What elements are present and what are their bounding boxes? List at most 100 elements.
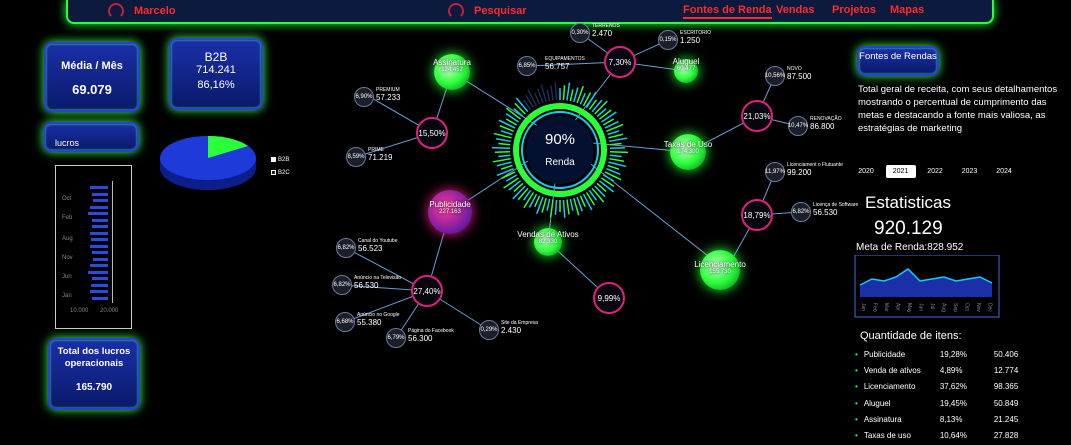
leaf-text-premium: PREMIUM 57.233 [376,87,440,102]
gauge-tick [609,157,625,163]
center-pct: 90% [544,131,576,148]
ring-node-r1: 15,50% [416,117,448,149]
spark-month: Dec [987,303,993,312]
hub-label-aluguel: Aluguel 60.477 [641,57,731,72]
bullet-icon: • [855,382,858,392]
leaf-value: 57.233 [376,93,401,102]
spark-month: Feb [872,303,878,312]
gauge-tick [546,89,551,102]
leaf-pct-youtube: 6,82% [336,238,356,258]
spark-month: Nov [975,303,981,312]
gauge-tick [498,154,511,158]
spark-month: Oct [964,303,970,311]
spark-month: Mar [883,303,889,312]
gauge-tick [609,142,622,146]
leaf-value: 2.430 [501,326,522,335]
gauge-tick [591,187,605,203]
bullet-icon: • [855,414,858,424]
gauge-tick [517,187,529,201]
stats-value: 920.129 [874,218,943,239]
leaf-text-escritorio: ESCRITORIO 1.250 [680,30,744,45]
meta-label: Meta de Renda: [856,242,928,253]
leaf-text-prime: PRIME 71.219 [368,147,432,162]
ring-node-r5: 9,99% [593,282,625,314]
qty-name: Licenciamento [863,382,916,392]
year-2022[interactable]: 2022 [920,165,950,178]
leaf-value: 99.200 [787,168,812,177]
leaf-text-facebook: Página do Facebook 56.300 [408,328,472,343]
leaf-pct-renovacao: 10,47% [788,116,808,136]
leaf-text-licenc_flut: Licenciament o Flutuante 99.200 [787,162,851,177]
gauge-tick [609,154,622,158]
leaf-pct-terrenos: 0,30% [570,23,590,43]
leaf-pct-licenca_soft: 6,82% [791,202,811,222]
qty-title: Quantidade de itens: [860,330,962,342]
leaf-value: 71.219 [368,153,393,162]
leaf-value: 56.523 [358,244,383,253]
leaf-pct-prime: 8,59% [346,147,366,167]
qty-name: Publicidade [863,350,906,359]
gauge-tick [508,180,522,191]
gauge-tick [607,130,620,136]
gauge-tick [493,132,512,139]
gauge-tick [601,111,617,123]
gauge-tick [608,133,624,139]
hub-value: 60.477 [676,66,696,72]
qty-row: • Publicidade 19,28% 50.406 [855,350,1025,359]
leaf-value: 56.300 [408,334,433,343]
gauge-tick [527,89,538,107]
qty-row: • Licenciamento 37,62% 98.365 [855,382,1025,391]
year-2021[interactable]: 2021 [885,165,916,178]
qty-value: 50.849 [993,398,1019,408]
spark-month: Jan [860,303,866,311]
hub-name: Licenciamento [694,260,746,269]
bullet-icon: • [855,350,858,359]
leaf-pct-escritorio: 0,15% [658,30,678,50]
year-2020[interactable]: 2020 [851,165,881,178]
leaf-value: 87.500 [787,72,812,81]
leaf-text-equipamentos: EQUIPAMENTOS 56.757 [545,56,609,71]
hub-name: Publicidade [429,200,471,209]
bullet-icon: • [855,398,858,408]
year-2023[interactable]: 2023 [955,165,985,178]
gauge-tick [609,137,628,143]
hub-label-vendas_ativos: Vendas de Ativos 82.330 [503,230,593,245]
gauge-tick [609,150,628,154]
gauge-tick [562,85,566,101]
qty-value: 27.828 [993,431,1019,440]
year-2024[interactable]: 2024 [989,165,1019,178]
gauge-tick [495,150,511,154]
qty-value: 50.406 [993,350,1019,359]
gauge-tick [609,146,625,150]
qty-row: • Assinatura 8,13% 21.245 [855,415,1025,424]
gauge-tick [598,109,612,120]
leaf-value: 2.470 [592,29,613,38]
hub-name: Taxas de Uso [663,140,713,149]
gauge-tick [546,198,551,211]
gauge-tick [585,91,597,108]
gauge-tick [500,130,513,136]
gauge-tick [566,199,570,215]
spark-month: Apr [895,303,901,311]
hub-label-licenciamento: Licenciamento 155.730 [675,260,765,275]
bullet-icon: • [855,431,858,440]
fontes-rendas-button[interactable]: Fontes de Rendas [857,46,939,76]
qty-name: Aluguel [863,398,891,408]
gauge-tick [541,197,547,213]
gauge-tick [569,198,574,211]
hub-name: Vendas de Ativos [517,230,579,239]
center-label: Renda [545,157,575,168]
qty-pct: 4,89% [939,366,963,376]
spark-month: Jul [929,303,935,309]
leaf-text-terrenos: TERRENOS 2.470 [592,23,656,38]
gauge-tick [550,85,554,101]
hub-name: Aluguel [672,57,700,66]
qty-pct: 19,28% [939,350,967,359]
spark-month: Jun [918,303,924,311]
gauge-tick [607,164,620,170]
hub-value: 174.300 [677,149,699,155]
fontes-rendas-title: Fontes de Rendas [859,51,937,62]
meta-value: 828.952 [927,242,964,253]
ring-node-r3: 21,03% [741,100,773,132]
qty-row: • Aluguel 19,45% 50.849 [855,399,1025,408]
